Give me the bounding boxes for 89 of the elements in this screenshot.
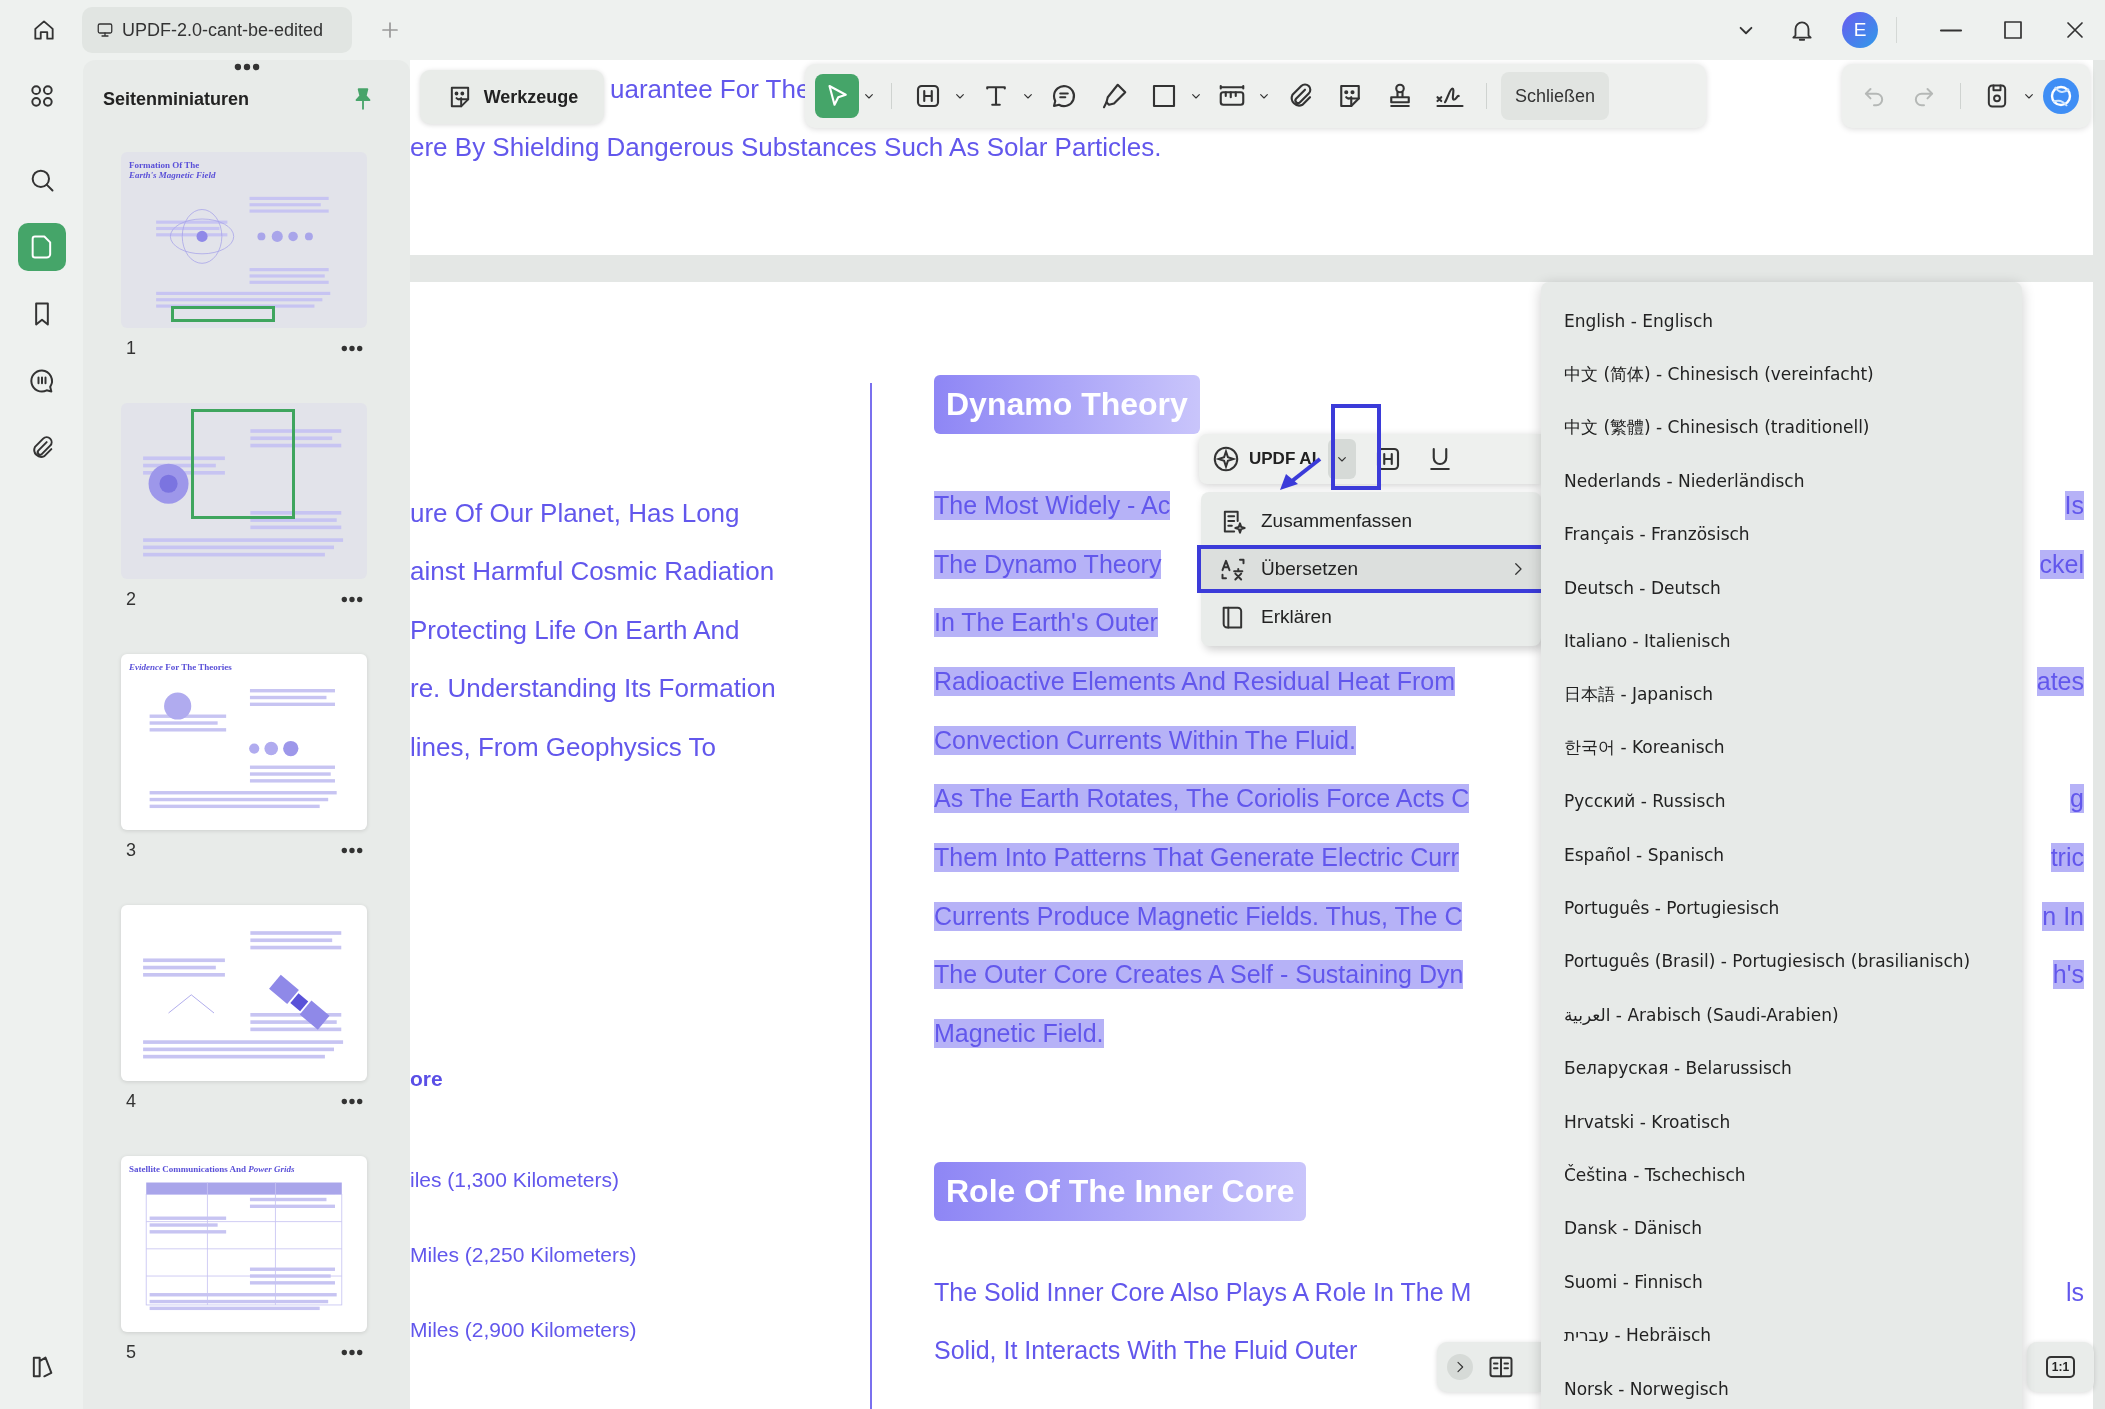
list-text: Miles (2,250 Kilometers) xyxy=(410,1243,637,1267)
language-option[interactable]: English - Englisch xyxy=(1541,294,2022,348)
language-option[interactable]: Беларуская - Belarussisch xyxy=(1541,1041,2022,1095)
body-text: tric xyxy=(2050,842,2084,872)
language-option[interactable]: Dansk - Dänisch xyxy=(1541,1201,2022,1256)
page-number: 1 xyxy=(126,337,136,359)
body-text: n In xyxy=(2042,901,2084,931)
list-text: Miles (2,900 Kilometers) xyxy=(410,1318,637,1342)
page-thumbnail[interactable]: Satellite Communications And Power Grids xyxy=(121,1156,367,1332)
page-thumbnail[interactable] xyxy=(121,905,367,1081)
body-text: h's xyxy=(2052,960,2084,990)
body-text: ure Of Our Planet, Has Long xyxy=(410,497,740,529)
menu-item[interactable]: Erklären xyxy=(1201,593,1541,641)
body-text: re. Understanding Its Formation xyxy=(410,673,776,705)
document-tab[interactable]: UPDF-2.0-cant-be-edited xyxy=(82,7,352,53)
body-text: Convection Currents Within The Fluid. xyxy=(934,725,1356,755)
language-option[interactable]: Čeština - Tschechisch xyxy=(1541,1148,2022,1202)
language-option[interactable]: Italiano - Italienisch xyxy=(1541,614,2022,668)
language-option[interactable]: Nederlands - Niederländisch xyxy=(1541,454,2022,508)
body-text: As The Earth Rotates, The Coriolis Force Acts C xyxy=(934,784,1470,814)
body-text: Them Into Patterns That Generate Electric Curr xyxy=(934,842,1459,872)
speech-bubble-icon xyxy=(27,367,56,395)
language-option[interactable]: 日本語 - Japanisch xyxy=(1541,667,2022,722)
page-number: 4 xyxy=(126,1090,136,1112)
language-option[interactable]: Hrvatski - Kroatisch xyxy=(1541,1094,2022,1149)
actual-size-button[interactable]: 1:1 xyxy=(2045,1356,2076,1378)
language-option[interactable]: Français - Französisch xyxy=(1541,507,2022,561)
language-option[interactable]: 中文 (简体) - Chinesisch (vereinfacht) xyxy=(1541,347,2022,401)
expand-button[interactable] xyxy=(1447,1354,1473,1380)
body-text: The Outer Core Creates A Self - Sustaining Dyn xyxy=(934,960,1464,990)
updf-ai-button[interactable]: UPDF AI xyxy=(1211,444,1317,474)
language-option[interactable]: 中文 (繁體) - Chinesisch (traditionell) xyxy=(1541,400,2022,455)
body-text: Radioactive Elements And Residual Heat From xyxy=(934,666,1456,696)
language-option[interactable]: Português - Portugiesisch xyxy=(1541,881,2022,935)
thumbnail-title: Formation Of The Earth's Magnetic Field xyxy=(129,160,217,181)
subheading: ore xyxy=(410,1066,443,1091)
language-option[interactable]: Русский - Russisch xyxy=(1541,774,2022,828)
language-option[interactable]: Norsk - Norwegisch xyxy=(1541,1361,2022,1409)
body-text: ates xyxy=(2036,666,2084,696)
more-icon xyxy=(341,1348,363,1356)
menu-item[interactable]: Zusammenfassen xyxy=(1201,497,1541,545)
body-text: Currents Produce Magnetic Fields. Thus, The C xyxy=(934,901,1463,931)
maximize-icon xyxy=(2001,18,2025,42)
panel-title: Seitenminiaturen xyxy=(103,88,250,110)
language-option[interactable]: עברית - Hebräisch xyxy=(1541,1308,2022,1362)
body-text: ere By Shielding Dangerous Substances Such As Solar Particles. xyxy=(410,131,1162,163)
tab-title: UPDF-2.0-cant-be-edited xyxy=(122,19,324,41)
body-text: ls xyxy=(2065,1277,2084,1307)
page-thumbnail[interactable]: Evidence For The Theories xyxy=(121,654,367,830)
tools-button[interactable]: Werkzeuge xyxy=(420,70,604,124)
body-text: The Most Widely - Ac xyxy=(934,490,1171,520)
body-text: In The Earth's Outer xyxy=(934,608,1158,638)
minimize-icon xyxy=(1938,27,1964,33)
ai-logo-icon xyxy=(1211,444,1241,474)
body-text: ainst Harmful Cosmic Radiation xyxy=(410,556,775,588)
body-text: Protecting Life On Earth And xyxy=(410,614,740,646)
language-option[interactable]: Deutsch - Deutsch xyxy=(1541,560,2022,615)
more-icon xyxy=(341,1097,363,1105)
user-avatar[interactable]: E xyxy=(1842,12,1878,48)
language-option[interactable]: Español - Spanisch xyxy=(1541,827,2022,882)
body-text: Is xyxy=(2064,490,2084,520)
more-icon xyxy=(233,63,260,71)
more-icon xyxy=(341,344,363,352)
thumbnail-title: Satellite Communications And Power Grids xyxy=(129,1164,296,1175)
page-number: 3 xyxy=(126,839,136,861)
section-heading: Role Of The Inner Core xyxy=(934,1161,1307,1221)
section-heading: Dynamo Theory xyxy=(934,375,1200,434)
language-option[interactable]: 한국어 - Koreanisch xyxy=(1541,721,2022,775)
body-text: Solid, It Interacts With The Fluid Outer xyxy=(934,1336,1358,1366)
page-number: 5 xyxy=(126,1341,136,1363)
ai-assistant-icon xyxy=(2043,78,2080,114)
thumbnail-title: Evidence For The Theories xyxy=(129,662,233,673)
language-option[interactable]: Suomi - Finnisch xyxy=(1541,1255,2022,1309)
close-tools-button[interactable]: Schließen xyxy=(1501,72,1610,120)
body-text: ckel xyxy=(2039,549,2084,579)
page-number: 2 xyxy=(126,588,136,610)
ai-assistant-button[interactable] xyxy=(2042,76,2080,116)
monitor-icon xyxy=(96,21,114,39)
body-text: g xyxy=(2070,784,2084,814)
more-icon xyxy=(341,595,363,603)
body-text: lines, From Geophysics To xyxy=(410,731,716,763)
language-option[interactable]: Português (Brasil) - Portugiesisch (brasilianisch) xyxy=(1541,934,2022,989)
list-text: iles (1,300 Kilometers) xyxy=(410,1168,619,1192)
page-thumbnail[interactable]: Formation Of The Earth's Magnetic Field xyxy=(121,152,367,328)
body-text: The Solid Inner Core Also Plays A Role In The M xyxy=(934,1277,1472,1307)
body-text: Magnetic Field. xyxy=(934,1019,1104,1049)
more-icon xyxy=(341,846,363,854)
page-thumbnail[interactable] xyxy=(121,403,367,579)
language-option[interactable]: العربية - Arabisch (Saudi-Arabien) xyxy=(1541,988,2022,1042)
